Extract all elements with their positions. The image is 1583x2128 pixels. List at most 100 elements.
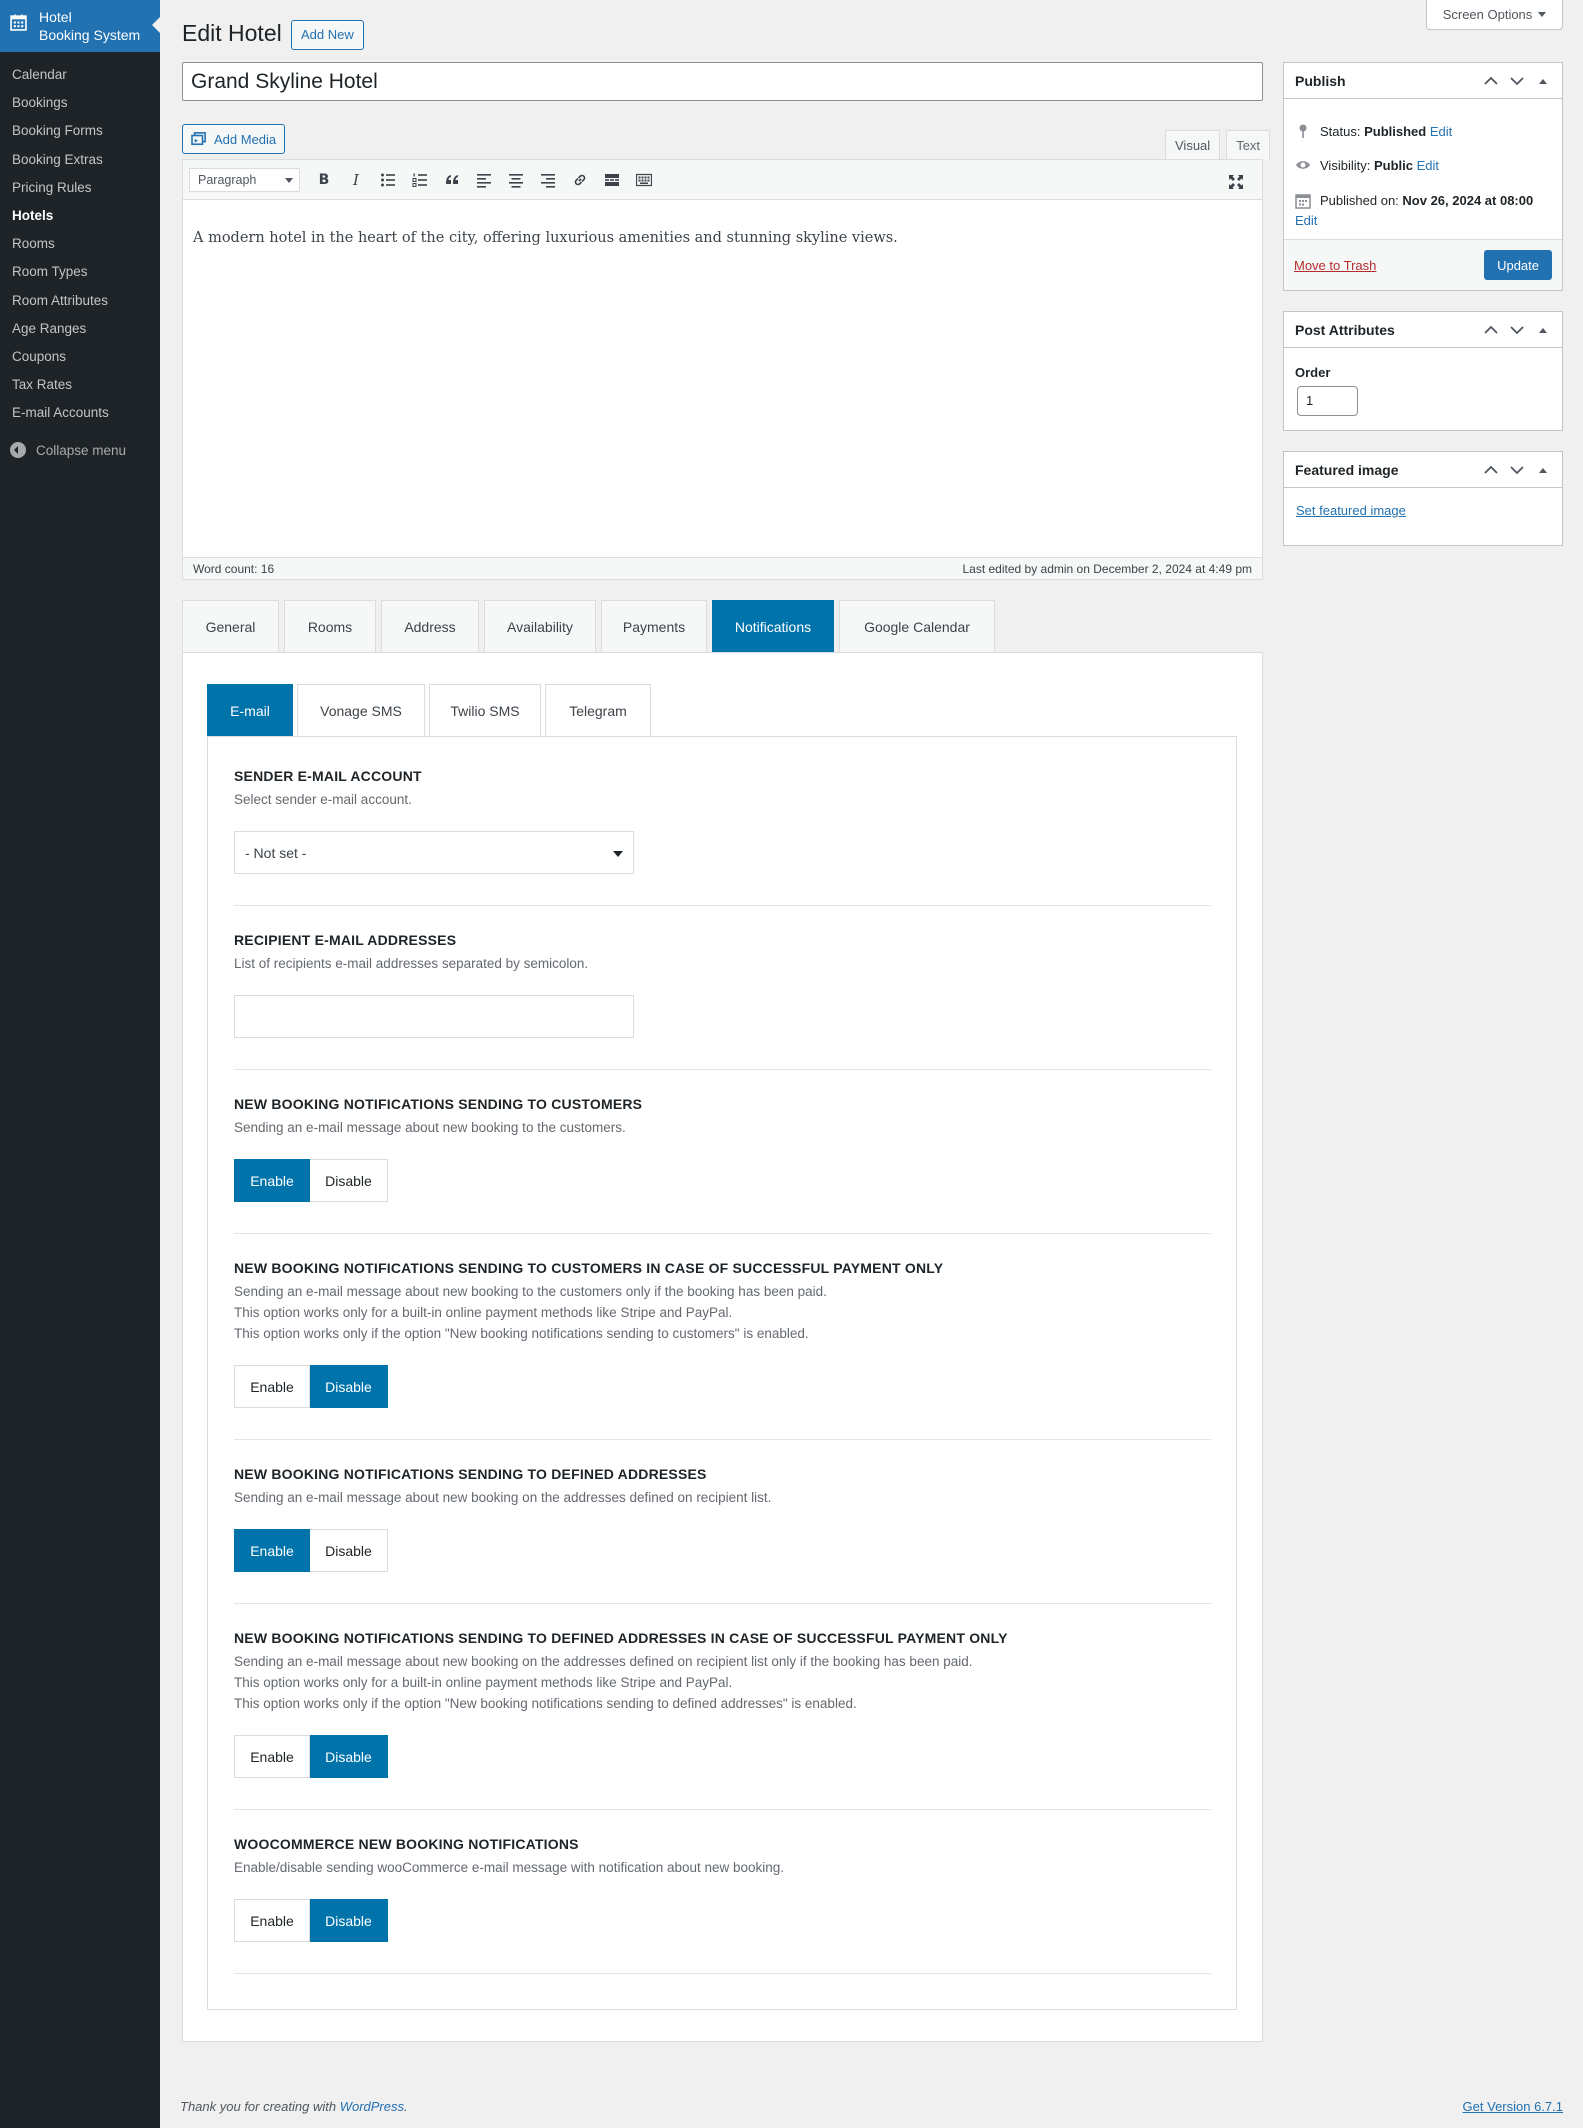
toolbar-toggle-icon[interactable] — [630, 166, 658, 194]
move-down-icon[interactable] — [1504, 312, 1530, 348]
move-to-trash-link[interactable]: Move to Trash — [1294, 258, 1376, 273]
disable-button[interactable]: Disable — [310, 1899, 388, 1942]
box-title: Publish — [1295, 72, 1346, 89]
order-input[interactable]: 1 — [1297, 386, 1358, 416]
sidebar-item-rooms[interactable]: Rooms — [0, 230, 160, 258]
defined-addresses-section: NEW BOOKING NOTIFICATIONS SENDING TO DEF… — [234, 1466, 1211, 1604]
wordpress-link[interactable]: WordPress — [340, 2099, 404, 2114]
tab-visual[interactable]: Visual — [1165, 130, 1221, 160]
align-center-icon[interactable] — [502, 166, 530, 194]
toggle-panel-icon[interactable] — [1530, 63, 1556, 99]
customer-paid-notifications-toggle: Enable Disable — [234, 1365, 1211, 1408]
read-more-icon[interactable] — [598, 166, 626, 194]
edit-date-link[interactable]: Edit — [1295, 213, 1317, 228]
sidebar-item-calendar[interactable]: Calendar — [0, 61, 160, 89]
add-media-button[interactable]: Add Media — [182, 124, 286, 154]
tab-twilio-sms[interactable]: Twilio SMS — [429, 684, 541, 737]
enable-button[interactable]: Enable — [234, 1735, 310, 1778]
move-up-icon[interactable] — [1478, 312, 1504, 348]
edit-status-link[interactable]: Edit — [1430, 124, 1452, 139]
collapse-label: Collapse menu — [36, 442, 127, 458]
format-select[interactable]: Paragraph — [189, 167, 300, 192]
sidebar-item-hotels[interactable]: Hotels — [0, 202, 160, 230]
move-up-icon[interactable] — [1478, 63, 1504, 99]
blockquote-icon[interactable] — [438, 166, 466, 194]
screen-options-button[interactable]: Screen Options — [1426, 0, 1563, 30]
edit-visibility-link[interactable]: Edit — [1417, 158, 1439, 173]
editor-mode-tabs: Visual Text — [1165, 130, 1271, 160]
featured-image-header: Featured image — [1284, 452, 1562, 488]
tab-text[interactable]: Text — [1226, 130, 1271, 160]
tab-payments[interactable]: Payments — [601, 600, 707, 652]
move-down-icon[interactable] — [1504, 452, 1530, 488]
set-featured-image-link[interactable]: Set featured image — [1296, 503, 1406, 518]
tab-google-calendar[interactable]: Google Calendar — [839, 600, 995, 652]
align-right-icon[interactable] — [534, 166, 562, 194]
sidebar-item-booking-extras[interactable]: Booking Extras — [0, 146, 160, 174]
screen-options-label: Screen Options — [1442, 7, 1533, 22]
tab-notifications[interactable]: Notifications — [712, 600, 834, 652]
sidebar-item-age-ranges[interactable]: Age Ranges — [0, 315, 160, 343]
add-new-button[interactable]: Add New — [291, 20, 364, 50]
sender-account-select[interactable]: - Not set - — [234, 831, 634, 874]
sidebar-item-booking-forms[interactable]: Booking Forms — [0, 117, 160, 145]
editor-toolbar: Paragraph B I — [183, 160, 1262, 200]
link-icon[interactable] — [566, 166, 594, 194]
tab-rooms[interactable]: Rooms — [284, 600, 376, 652]
bulleted-list-icon[interactable] — [374, 166, 402, 194]
tab-address[interactable]: Address — [381, 600, 479, 652]
tab-availability[interactable]: Availability — [484, 600, 596, 652]
woocommerce-notifications-toggle: Enable Disable — [234, 1899, 1211, 1942]
tab-general[interactable]: General — [182, 600, 279, 652]
brand-label: Hotel Booking System — [39, 9, 141, 43]
sidebar-item-room-attributes[interactable]: Room Attributes — [0, 287, 160, 315]
post-title-input[interactable]: Grand Skyline Hotel — [182, 62, 1263, 101]
admin-sidebar: Hotel Booking System Calendar Bookings Boo… — [0, 0, 160, 2128]
sidebar-item-bookings[interactable]: Bookings — [0, 89, 160, 117]
update-button[interactable]: Update — [1484, 250, 1552, 280]
sidebar-item-e-mail-accounts[interactable]: E-mail Accounts — [0, 399, 160, 427]
disable-button[interactable]: Disable — [310, 1529, 388, 1572]
numbered-list-icon[interactable] — [406, 166, 434, 194]
media-icon — [191, 132, 206, 146]
italic-icon[interactable]: I — [342, 166, 370, 194]
section-description: Sending an e-mail message about new book… — [234, 1120, 626, 1135]
toggle-panel-icon[interactable] — [1530, 452, 1556, 488]
move-up-icon[interactable] — [1478, 452, 1504, 488]
bold-icon[interactable]: B — [310, 166, 338, 194]
woocommerce-notifications-section: WOOCOMMERCE NEW BOOKING NOTIFICATIONS En… — [234, 1836, 1211, 1974]
sidebar-item-pricing-rules[interactable]: Pricing Rules — [0, 174, 160, 202]
toggle-panel-icon[interactable] — [1530, 312, 1556, 348]
pin-icon — [1299, 124, 1307, 138]
tab-e-mail[interactable]: E-mail — [207, 684, 293, 737]
tab-vonage-sms[interactable]: Vonage SMS — [297, 684, 425, 737]
fullscreen-icon[interactable] — [1222, 168, 1250, 196]
sender-email-section: SENDER E-MAIL ACCOUNT Select sender e-ma… — [234, 768, 1211, 906]
enable-button[interactable]: Enable — [234, 1899, 310, 1942]
enable-button[interactable]: Enable — [234, 1529, 310, 1572]
disable-button[interactable]: Disable — [310, 1735, 388, 1778]
collapse-menu-button[interactable]: Collapse menu — [0, 436, 160, 464]
box-controls — [1478, 63, 1556, 99]
recipient-emails-input[interactable] — [234, 995, 634, 1038]
tab-telegram[interactable]: Telegram — [545, 684, 651, 737]
move-down-icon[interactable] — [1504, 63, 1530, 99]
editor-content[interactable]: A modern hotel in the heart of the city,… — [183, 200, 1262, 276]
align-left-icon[interactable] — [470, 166, 498, 194]
status-row: Status: Published Edit — [1295, 123, 1452, 139]
disable-button[interactable]: Disable — [310, 1159, 388, 1202]
sidebar-brand[interactable]: Hotel Booking System — [0, 0, 160, 52]
sidebar-item-tax-rates[interactable]: Tax Rates — [0, 371, 160, 399]
get-version-link[interactable]: Get Version 6.7.1 — [1463, 2099, 1563, 2114]
section-title: NEW BOOKING NOTIFICATIONS SENDING TO CUS… — [234, 1096, 643, 1112]
visibility-row: Visibility: Public Edit — [1295, 157, 1439, 173]
publish-actions: Move to Trash Update — [1284, 239, 1562, 290]
collapse-arrow-icon — [10, 442, 26, 459]
enable-button[interactable]: Enable — [234, 1365, 310, 1408]
disable-button[interactable]: Disable — [310, 1365, 388, 1408]
sidebar-item-coupons[interactable]: Coupons — [0, 343, 160, 371]
sidebar-item-room-types[interactable]: Room Types — [0, 258, 160, 286]
enable-button[interactable]: Enable — [234, 1159, 310, 1202]
notification-channel-tabs: E-mail Vonage SMS Twilio SMS Telegram — [207, 684, 655, 737]
publish-box-header: Publish — [1284, 63, 1562, 99]
